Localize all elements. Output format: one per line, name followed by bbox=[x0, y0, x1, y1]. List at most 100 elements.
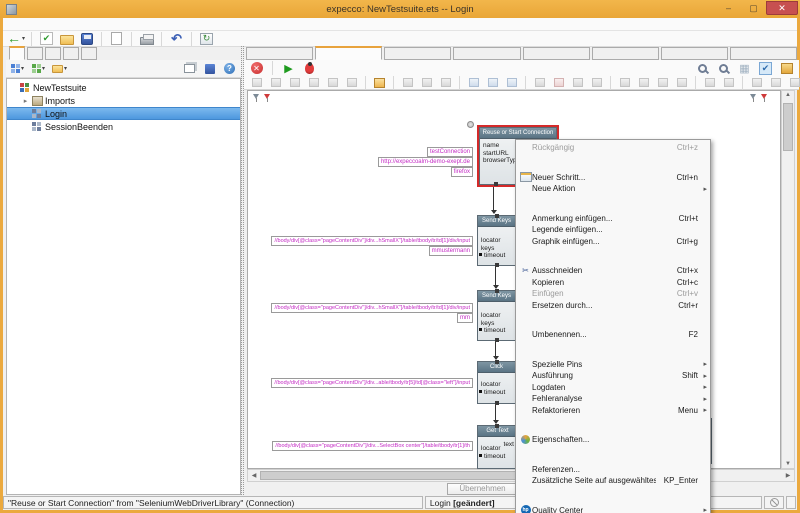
editor-tab[interactable] bbox=[523, 47, 590, 60]
scroll-down-icon[interactable]: ▼ bbox=[782, 461, 794, 467]
menu-logdaten[interactable]: Logdaten bbox=[516, 382, 710, 394]
route-style-2-tool[interactable] bbox=[767, 75, 784, 90]
input-value-label[interactable]: firefox bbox=[451, 167, 473, 177]
folder-view-button[interactable] bbox=[51, 61, 68, 76]
menu-kopieren[interactable]: Kopieren Ctrl+c bbox=[516, 277, 710, 289]
paste-tool[interactable] bbox=[248, 75, 265, 90]
pin-icon[interactable] bbox=[253, 94, 261, 103]
input-value-label[interactable]: //body/div[@class="pageContentDiv"]/div.… bbox=[271, 378, 473, 388]
step-into-tool[interactable] bbox=[616, 75, 633, 90]
menu-anmerkung-einfuegen[interactable]: Anmerkung einfügen... Ctrl+t bbox=[516, 213, 710, 225]
resize-tool[interactable] bbox=[503, 75, 520, 90]
input-pin[interactable]: locator bbox=[481, 237, 515, 245]
editor-tab[interactable] bbox=[592, 47, 659, 60]
menu-legende-einfuegen[interactable]: Legende einfügen... bbox=[516, 224, 710, 236]
menu-neue-aktion[interactable]: Neue Aktion bbox=[516, 183, 710, 195]
menu-umbenennen[interactable]: Umbenennen... F2 bbox=[516, 329, 710, 341]
route-vertical-tool[interactable] bbox=[720, 75, 737, 90]
copy-tool[interactable] bbox=[267, 75, 284, 90]
maximize-tool[interactable] bbox=[324, 75, 341, 90]
editor-tab[interactable] bbox=[246, 47, 313, 60]
editor-tab[interactable] bbox=[730, 47, 797, 60]
menu-ersetzen-durch[interactable]: Ersetzen durch... Ctrl+r bbox=[516, 300, 710, 312]
vertical-scrollbar[interactable]: ▲ ▼ bbox=[781, 90, 795, 469]
editor-tab[interactable] bbox=[453, 47, 520, 60]
menu-rueckgaengig[interactable]: Rückgängig Ctrl+z bbox=[516, 142, 710, 154]
accept-button[interactable] bbox=[38, 31, 55, 46]
route-style-3-tool[interactable] bbox=[786, 75, 800, 90]
maximize-button[interactable]: ▢ bbox=[741, 1, 766, 15]
zoom-in-icon[interactable] bbox=[694, 61, 711, 76]
step-block-send-keys-1[interactable]: Send Keys locatorkeystimeout bbox=[477, 215, 516, 266]
tree-item-imports[interactable]: Imports bbox=[7, 94, 240, 107]
snap-toggle-icon[interactable] bbox=[757, 61, 774, 76]
scroll-left-icon[interactable]: ◀ bbox=[248, 472, 260, 479]
insert-up-tool[interactable] bbox=[418, 75, 435, 90]
editor-tab[interactable] bbox=[315, 46, 382, 60]
category-view-button[interactable] bbox=[30, 61, 47, 76]
input-value-label[interactable]: mmustermann bbox=[429, 246, 473, 256]
menubar-item[interactable] bbox=[26, 18, 36, 30]
menu-eigenschaften[interactable]: Eigenschaften... bbox=[516, 434, 710, 446]
breakpoint-icon[interactable] bbox=[761, 94, 769, 103]
menubar-item[interactable] bbox=[76, 18, 86, 30]
left-tab[interactable] bbox=[27, 47, 43, 60]
pin-icon[interactable] bbox=[750, 94, 758, 103]
menubar-item[interactable] bbox=[46, 18, 56, 30]
step-block-send-keys-2[interactable]: Send Keys locatorkeystimeout bbox=[477, 290, 516, 341]
left-tab[interactable] bbox=[63, 47, 79, 60]
insert-graphic-tool[interactable] bbox=[371, 75, 388, 90]
open-button[interactable] bbox=[58, 31, 75, 46]
input-value-label[interactable]: testConnection bbox=[427, 147, 473, 157]
menu-zusaetzliche-seite[interactable]: Zusätzliche Seite auf ausgewähltes Eleme… bbox=[516, 475, 710, 487]
step-over-tool[interactable] bbox=[635, 75, 652, 90]
input-pin[interactable]: timeout bbox=[481, 389, 515, 397]
menu-referenzen[interactable]: Referenzen... bbox=[516, 464, 710, 476]
insert-left-tool[interactable] bbox=[399, 75, 416, 90]
left-tab[interactable] bbox=[9, 46, 25, 60]
menubar-item[interactable] bbox=[6, 18, 16, 30]
menu-spezielle-pins[interactable]: Spezielle Pins bbox=[516, 359, 710, 371]
menubar-item[interactable] bbox=[16, 18, 26, 30]
insert-down-tool[interactable] bbox=[437, 75, 454, 90]
start-connector-dot[interactable] bbox=[467, 121, 474, 128]
minimize-tool[interactable] bbox=[343, 75, 360, 90]
input-pin[interactable]: timeout bbox=[481, 453, 517, 461]
step-block-get-text[interactable]: Get Text locatortimeout text bbox=[477, 425, 518, 469]
menu-quality-center[interactable]: Quality Center bbox=[516, 505, 710, 513]
input-pin[interactable]: timeout bbox=[481, 252, 515, 260]
route-horizontal-tool[interactable] bbox=[701, 75, 718, 90]
frame-tool[interactable] bbox=[484, 75, 501, 90]
run-button[interactable] bbox=[280, 61, 297, 76]
tree-item-sessionbeenden[interactable]: SessionBeenden bbox=[7, 120, 240, 133]
back-button[interactable] bbox=[7, 31, 25, 46]
input-value-label[interactable]: //body/div[@class="pageContentDiv"]/div.… bbox=[271, 236, 473, 246]
send-back-tool[interactable] bbox=[305, 75, 322, 90]
pin-add-tool[interactable] bbox=[531, 75, 548, 90]
panel-splitter[interactable] bbox=[241, 46, 244, 495]
minimize-button[interactable]: – bbox=[716, 1, 741, 15]
menu-ausfuehrung[interactable]: Ausführung Shift bbox=[516, 370, 710, 382]
scroll-up-icon[interactable]: ▲ bbox=[782, 92, 794, 98]
pin-lower-tool[interactable] bbox=[588, 75, 605, 90]
input-pin[interactable]: locator bbox=[481, 381, 515, 389]
print-button[interactable] bbox=[138, 31, 155, 46]
input-value-label[interactable]: http://expeccoalm-demo-exept.de bbox=[378, 157, 473, 167]
clone-view-button[interactable] bbox=[181, 61, 198, 76]
menu-ausschneiden[interactable]: Ausschneiden Ctrl+x bbox=[516, 265, 710, 277]
connect-tool[interactable] bbox=[465, 75, 482, 90]
input-pin[interactable]: keys bbox=[481, 245, 515, 253]
menubar-item[interactable] bbox=[86, 18, 96, 30]
loop-tool[interactable] bbox=[673, 75, 690, 90]
left-tab[interactable] bbox=[81, 47, 97, 60]
menubar-item[interactable] bbox=[36, 18, 46, 30]
palette-icon[interactable] bbox=[778, 61, 795, 76]
input-pin[interactable]: locator bbox=[481, 312, 515, 320]
menu-einfuegen[interactable]: Einfügen Ctrl+v bbox=[516, 288, 710, 300]
input-value-label[interactable]: //body/div[@class="pageContentDiv"]/div.… bbox=[272, 441, 473, 451]
pin-raise-tool[interactable] bbox=[569, 75, 586, 90]
output-pin[interactable]: text bbox=[504, 441, 514, 448]
menu-neuer-schritt[interactable]: Neuer Schritt... Ctrl+n bbox=[516, 172, 710, 184]
editor-tab[interactable] bbox=[384, 47, 451, 60]
abort-button[interactable] bbox=[248, 61, 265, 76]
